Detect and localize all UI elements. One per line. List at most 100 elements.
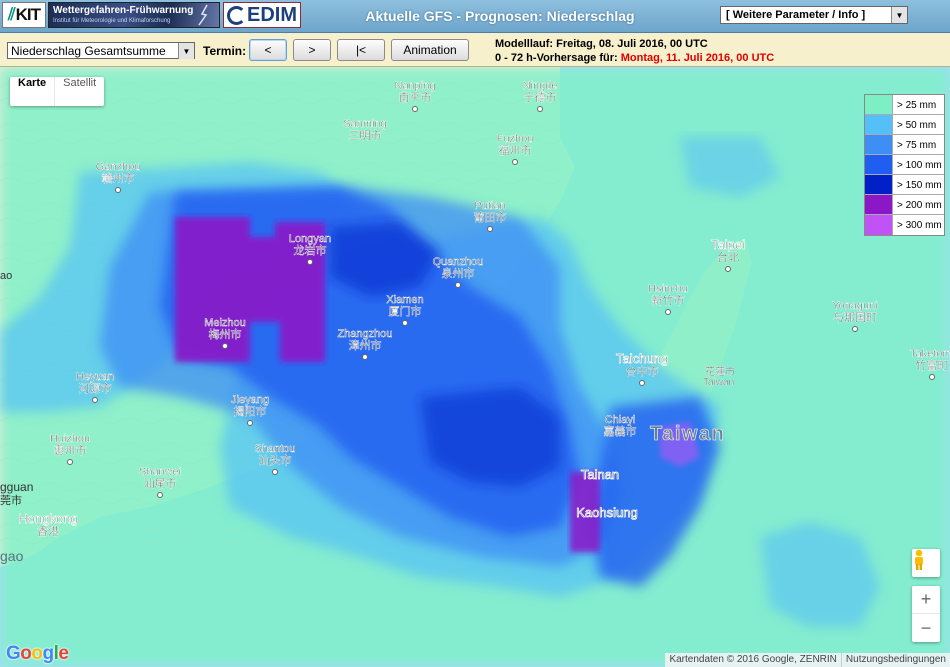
partial-label-taiwan: Taiwan [703, 377, 734, 388]
city-dot-icon [247, 420, 253, 426]
cedim-logo[interactable]: EDIM [223, 2, 301, 28]
city-name: Sanming [343, 118, 386, 130]
city-name-zh: 梅州市 [209, 327, 242, 341]
zoom-out-button[interactable]: − [912, 614, 940, 642]
legend-label: > 100 mm [897, 160, 942, 171]
legend-row: > 150 mm [865, 175, 944, 195]
terms-link[interactable]: Nutzungsbedingungen [840, 653, 950, 667]
banner-title: Wettergefahren-Frühwarnung [53, 5, 194, 16]
partial-label-hualien: 花蓮市 [705, 365, 735, 378]
legend-row: > 300 mm [865, 215, 944, 235]
model-run-info: Modelllauf: Freitag, 08. Juli 2016, 00 U… [495, 37, 774, 65]
edge-label-macao: gao [0, 548, 24, 564]
city-kaohsiung[interactable]: Kaohsiung [576, 505, 638, 521]
city-dot-icon [639, 380, 645, 386]
modelrun-value: Freitag, 08. Juli 2016, 00 UTC [556, 38, 708, 50]
city-name-zh: 宁德市 [524, 90, 557, 104]
legend-label: > 25 mm [897, 100, 937, 111]
city-name: Shanwei [139, 466, 181, 478]
attribution-text: Kartendaten © 2016 Google, ZENRIN [665, 653, 841, 667]
map-canvas[interactable]: Nanping南平市 Ningde宁德市 Sanming三明市 Fuzhou福州市 Ga… [0, 67, 950, 667]
variable-select[interactable]: Niederschlag Gesamtsumme ▼ [7, 42, 195, 59]
city-dot-icon [537, 106, 543, 112]
city-dot-icon [272, 469, 278, 475]
forecast-label: 0 - 72 h-Vorhersage für: [495, 52, 618, 64]
city-name-zh: 嘉義市 [604, 424, 637, 438]
city-dot-icon [67, 459, 73, 465]
city-name: Nanping [395, 80, 436, 92]
legend-label: > 300 mm [897, 220, 942, 231]
city-name-zh: 汕尾市 [144, 476, 177, 490]
animation-button[interactable]: Animation [391, 39, 469, 61]
city-name: Jieyang [231, 394, 269, 406]
cedim-ring-icon [227, 5, 246, 25]
forecast-valid-time: Montag, 11. Juli 2016, 00 UTC [620, 52, 775, 64]
city-tainan[interactable]: Tainan [580, 467, 619, 483]
city-name: Ningde [523, 80, 558, 92]
city-name-zh: 香港 [37, 525, 59, 538]
city-name: Hsinchu [648, 283, 688, 295]
city-name: Ganzhou [96, 161, 141, 173]
city-dot-icon [487, 226, 493, 232]
legend-swatch [865, 195, 893, 214]
country-label-taiwan: Taiwan [650, 423, 725, 445]
kit-logo[interactable]: ⫽ KIT [2, 2, 46, 28]
chevron-down-icon: ▼ [891, 7, 907, 23]
modelrun-label: Modelllauf: [495, 38, 554, 50]
first-button[interactable]: |< [337, 39, 385, 61]
previous-button[interactable]: < [249, 39, 287, 61]
city-name-zh: 莆田市 [474, 210, 507, 224]
pegman-icon [915, 549, 923, 570]
legend-swatch [865, 95, 893, 114]
city-name: Tainan [581, 467, 619, 482]
city-name: Xiamen [386, 294, 423, 306]
legend-swatch [865, 175, 893, 194]
map-type-karte[interactable]: Karte [10, 77, 54, 106]
zoom-control: + − [912, 586, 940, 642]
legend-label: > 200 mm [897, 200, 942, 211]
city-dot-icon [157, 492, 163, 498]
city-name: Zhangzhou [337, 328, 392, 340]
city-dot-icon [402, 320, 408, 326]
city-name: Fuzhou [497, 133, 534, 145]
city-dot-icon [92, 397, 98, 403]
kit-swoosh-icon: ⫽ [8, 5, 16, 24]
city-name: Heyuan [76, 371, 114, 383]
city-name-zh: 泉州市 [442, 266, 475, 280]
city-dot-icon [725, 266, 731, 272]
city-name-zh: 揭阳市 [234, 404, 267, 418]
city-name: Longyan [289, 233, 331, 245]
city-name-zh: 南平市 [399, 90, 432, 104]
legend-swatch [865, 115, 893, 134]
google-logo[interactable]: Google [6, 643, 69, 665]
zoom-in-button[interactable]: + [912, 586, 940, 614]
legend-label: > 50 mm [897, 120, 937, 131]
legend-label: > 150 mm [897, 180, 942, 191]
city-name: Quanzhou [433, 256, 484, 268]
street-view-pegman[interactable] [912, 549, 940, 577]
city-name-zh: 新竹市 [652, 293, 685, 307]
city-dot-icon [222, 343, 228, 349]
city-name: Kaohsiung [576, 505, 637, 520]
control-bar: Niederschlag Gesamtsumme ▼ Termin: < > |… [0, 33, 950, 67]
city-sanming[interactable]: Sanming三明市 [343, 118, 387, 142]
legend-row: > 50 mm [865, 115, 944, 135]
legend-row: > 25 mm [865, 95, 944, 115]
map-type-satellite[interactable]: Satellit [54, 77, 104, 106]
map-attribution: Kartendaten © 2016 Google, ZENRIN Nutzun… [665, 653, 950, 667]
city-name: Taketomi [910, 348, 950, 360]
parameter-select[interactable]: [ Weitere Parameter / Info ] ▼ [720, 6, 908, 24]
city-dot-icon [929, 374, 935, 380]
city-name: Putian [474, 200, 505, 212]
precipitation-legend: > 25 mm > 50 mm > 75 mm > 100 mm > 150 mm > 2… [864, 94, 945, 236]
fruehwarnung-banner[interactable]: Wettergefahren-Frühwarnung Institut für … [48, 2, 220, 28]
city-name: Shantou [255, 443, 296, 455]
city-dot-icon [362, 354, 368, 360]
city-dot-icon [412, 106, 418, 112]
precipitation-map[interactable]: Nanping 南平市 Ningde 宁德市 Sanming 三明市 Fuzhou 福州市 Ga… [0, 67, 950, 667]
city-name-zh: 汕头市 [259, 453, 292, 467]
city-name: Hongkong [18, 511, 77, 526]
city-dot-icon [512, 159, 518, 165]
city-chiayi[interactable]: Chiayi嘉義市 [603, 414, 637, 438]
next-button[interactable]: > [293, 39, 331, 61]
